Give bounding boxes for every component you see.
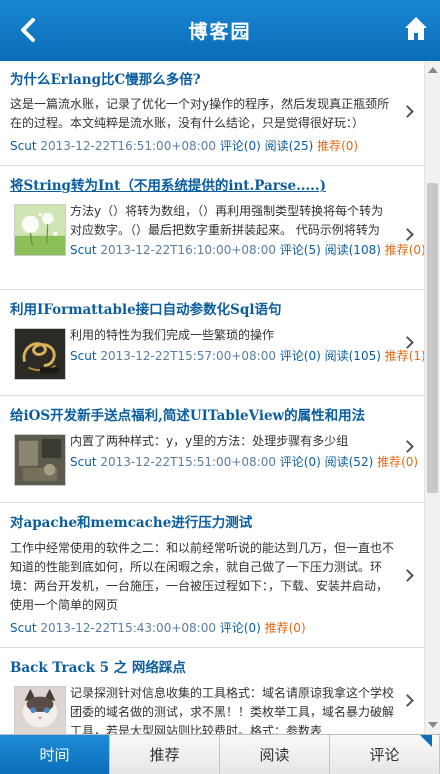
- page-title: 博客园: [188, 21, 252, 43]
- post-list: 为什么Erlang比C慢那么多倍? 这是一篇流水账，记录了优化一个对y操作的程序…: [0, 61, 424, 734]
- post-summary: 记录探测针对信息收集的工具格式：域名请原谅我拿这个学校团委的域名做的测试，求不黑…: [70, 686, 395, 734]
- post-reads: 阅读(108): [324, 243, 381, 257]
- corner-triangle-icon: [420, 735, 432, 747]
- post-item[interactable]: 利用IFormattable接口自动参数化Sql语句 利用的特性为我们完成一些繁…: [0, 290, 424, 396]
- post-meta: Scut 2013-12-22T16:10:00+08:00 评论(5) 阅读(…: [70, 241, 424, 259]
- post-summary: 方法y（）将转为数组，（）再利用强制类型转换将每个转为对应数字。（）最后把数字重…: [70, 204, 384, 237]
- post-comments: 评论(0): [219, 139, 261, 153]
- post-reads: 阅读(105): [324, 349, 381, 363]
- tab-time[interactable]: 时间: [0, 735, 110, 774]
- bottom-tab-bar: 时间 推荐 阅读 评论: [0, 734, 440, 774]
- post-date: 2013-12-22T16:51:00+08:00: [40, 139, 216, 153]
- post-author[interactable]: Scut: [10, 139, 37, 153]
- post-recommend: 推荐(0): [317, 139, 359, 153]
- post-reads: 阅读(25): [264, 139, 314, 153]
- post-date: 2013-12-22T15:51:00+08:00: [100, 455, 276, 469]
- scrollbar-thumb[interactable]: [427, 183, 438, 493]
- post-author[interactable]: Scut: [70, 455, 97, 469]
- chevron-right-icon: [401, 336, 414, 349]
- tab-read[interactable]: 阅读: [220, 735, 330, 774]
- scrollbar[interactable]: [424, 61, 440, 734]
- top-bar: 博客园: [0, 0, 440, 61]
- post-item[interactable]: Back Track 5 之 网络踩点 记录探测针对信息收集的工具格式：域名请原…: [0, 648, 424, 734]
- chevron-right-icon: [401, 569, 414, 582]
- post-title[interactable]: 将String转为Int（不用系统提供的int.Parse.....): [10, 176, 394, 196]
- post-summary: 利用的特性为我们完成一些繁琐的操作: [70, 328, 275, 342]
- scroll-down-arrow-icon[interactable]: [428, 722, 438, 728]
- post-summary: 内置了两种样式：y，y里的方法：处理步骤有多少组: [70, 434, 349, 448]
- chevron-right-icon: [401, 440, 414, 453]
- post-title[interactable]: 给iOS开发新手送点福利,简述UITableView的属性和用法: [10, 406, 394, 426]
- post-recommend: 推荐(1): [384, 349, 424, 363]
- dandelion-thumbnail: [14, 204, 66, 256]
- chevron-right-icon: [401, 228, 414, 241]
- post-comments: 评论(0): [219, 621, 261, 635]
- post-recommend: 推荐(0): [384, 243, 424, 257]
- post-summary: 工作中经常使用的软件之二：和以前经常听说的能达到几万，但一直也不知道的性能到底如…: [10, 541, 395, 612]
- back-arrow-icon[interactable]: [14, 15, 42, 45]
- post-comments: 评论(0): [279, 455, 321, 469]
- post-comments: 评论(0): [279, 349, 321, 363]
- post-recommend: 推荐(0): [264, 621, 306, 635]
- cat-thumbnail: [14, 686, 66, 734]
- post-comments: 评论(5): [279, 243, 321, 257]
- post-title[interactable]: 为什么Erlang比C慢那么多倍?: [10, 70, 394, 90]
- sqlflow-logo-thumbnail: [14, 328, 66, 380]
- tab-recommend[interactable]: 推荐: [110, 735, 220, 774]
- post-item[interactable]: 将String转为Int（不用系统提供的int.Parse.....) 方法y（…: [0, 166, 424, 290]
- post-title[interactable]: 对apache和memcache进行压力测试: [10, 513, 394, 533]
- post-meta: Scut 2013-12-22T15:57:00+08:00 评论(0) 阅读(…: [70, 347, 424, 365]
- post-date: 2013-12-22T15:43:00+08:00: [40, 621, 216, 635]
- chevron-right-icon: [401, 105, 414, 118]
- post-recommend: 推荐(0): [377, 455, 419, 469]
- post-author[interactable]: Scut: [10, 621, 37, 635]
- photo-thumbnail: [14, 434, 66, 486]
- post-reads: 阅读(52): [324, 455, 374, 469]
- post-author[interactable]: Scut: [70, 349, 97, 363]
- post-meta: Scut 2013-12-22T15:43:00+08:00 评论(0) 推荐(…: [10, 619, 394, 637]
- home-icon[interactable]: [404, 16, 428, 42]
- scroll-up-arrow-icon[interactable]: [428, 67, 438, 73]
- post-summary: 这是一篇流水账，记录了优化一个对y操作的程序，然后发现真正瓶颈所在的过程。本文纯…: [10, 97, 390, 130]
- post-item[interactable]: 对apache和memcache进行压力测试 工作中经常使用的软件之二：和以前经…: [0, 503, 424, 648]
- post-title[interactable]: 利用IFormattable接口自动参数化Sql语句: [10, 300, 394, 320]
- chevron-right-icon: [401, 694, 414, 707]
- post-title[interactable]: Back Track 5 之 网络踩点: [10, 658, 394, 678]
- post-meta: Scut 2013-12-22T16:51:00+08:00 评论(0) 阅读(…: [10, 137, 394, 155]
- post-item[interactable]: 为什么Erlang比C慢那么多倍? 这是一篇流水账，记录了优化一个对y操作的程序…: [0, 61, 424, 166]
- post-date: 2013-12-22T16:10:00+08:00: [100, 243, 276, 257]
- post-date: 2013-12-22T15:57:00+08:00: [100, 349, 276, 363]
- post-meta: Scut 2013-12-22T15:51:00+08:00 评论(0) 阅读(…: [70, 453, 418, 471]
- post-item[interactable]: 给iOS开发新手送点福利,简述UITableView的属性和用法 内置了两种样式…: [0, 396, 424, 503]
- post-author[interactable]: Scut: [70, 243, 97, 257]
